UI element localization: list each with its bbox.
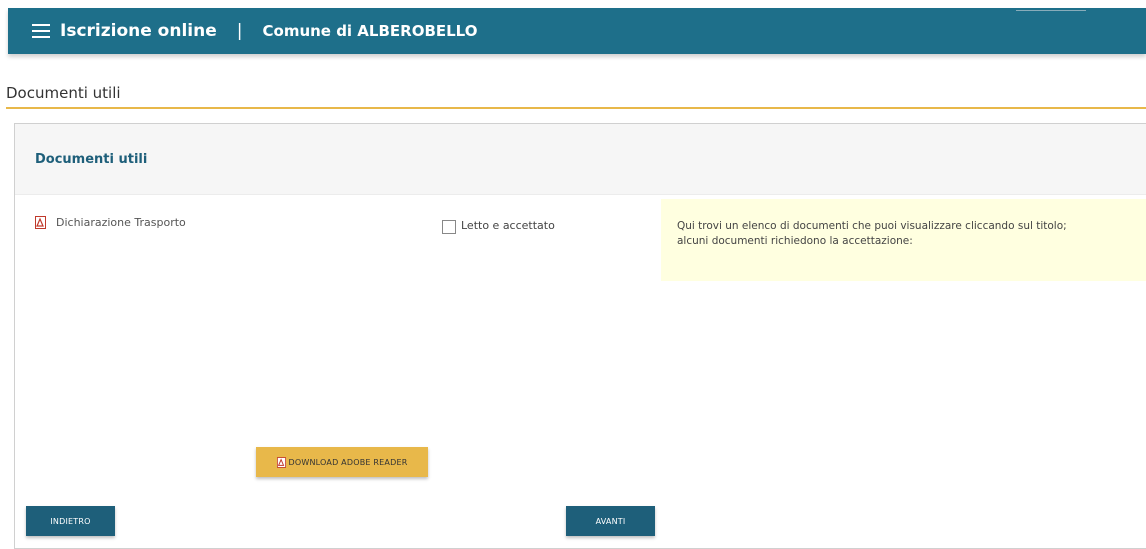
back-button[interactable]: INDIETRO — [26, 506, 115, 536]
accept-checkbox[interactable] — [442, 220, 456, 234]
documents-panel: Documenti utili Dichiarazione Trasporto … — [14, 123, 1146, 549]
heading-divider — [6, 107, 1146, 109]
accept-checkbox-row[interactable]: Letto e accettato — [442, 216, 555, 234]
top-bar: Iscrizione online | Comune di ALBEROBELL… — [8, 8, 1146, 54]
pdf-icon — [35, 216, 46, 229]
panel-header: Documenti utili — [15, 124, 1146, 195]
pdf-icon — [276, 456, 286, 468]
title-separator: | — [236, 21, 243, 41]
hamburger-menu-icon[interactable] — [32, 24, 50, 38]
info-box: Qui trovi un elenco di documenti che puo… — [661, 199, 1146, 281]
app-title: Iscrizione online — [60, 21, 217, 41]
accept-checkbox-label: Letto e accettato — [461, 218, 555, 232]
panel-title: Documenti utili — [35, 151, 148, 167]
document-name: Dichiarazione Trasporto — [56, 216, 186, 229]
info-text-line-2: alcuni documenti richiedono la accettazi… — [677, 235, 913, 247]
page-title: Documenti utili — [6, 84, 121, 102]
download-button-label: DOWNLOAD ADOBE READER — [288, 457, 408, 467]
info-text-line-1: Qui trovi un elenco di documenti che puo… — [677, 220, 1067, 232]
next-button[interactable]: AVANTI — [566, 506, 655, 536]
logo-fragment — [1016, 0, 1086, 11]
comune-name: Comune di ALBEROBELLO — [262, 22, 478, 40]
document-link[interactable]: Dichiarazione Trasporto — [35, 216, 186, 229]
download-adobe-reader-button[interactable]: DOWNLOAD ADOBE READER — [256, 447, 428, 477]
